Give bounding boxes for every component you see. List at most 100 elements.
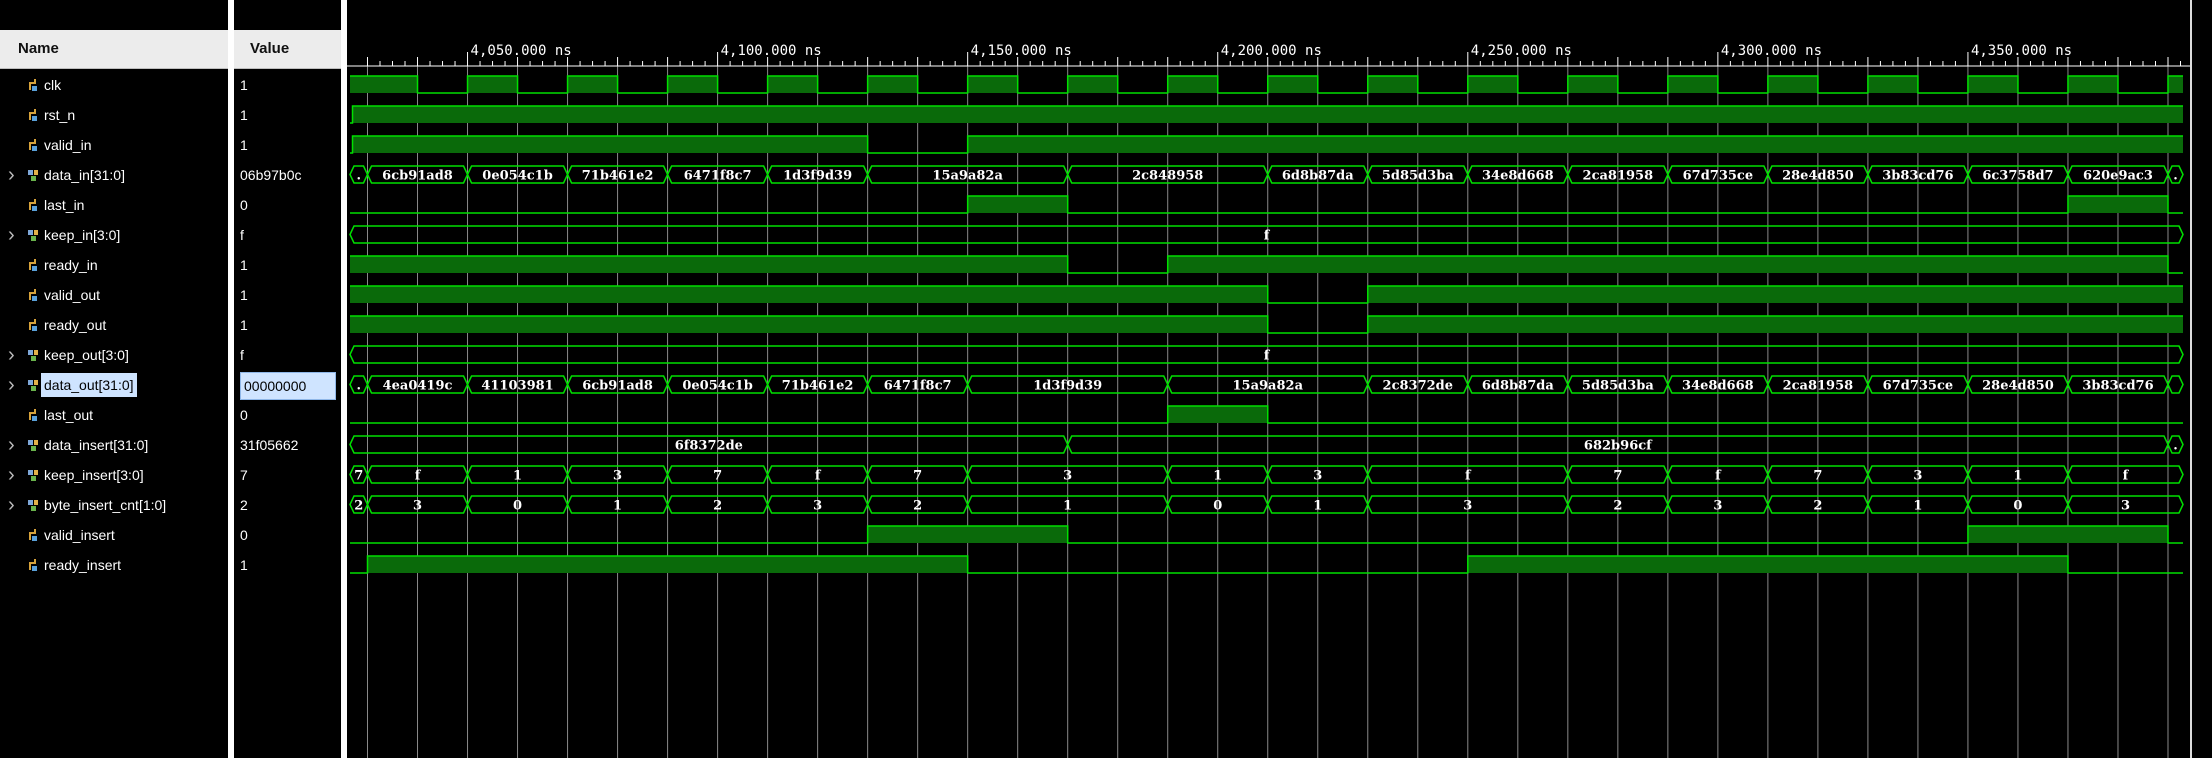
bus-value-label: 7 (1813, 469, 1822, 484)
wave-data-out[interactable]: . 4ea0419c 41103981 6cb91ad8 0e054c1b 71b461e… (349, 375, 2184, 394)
wave-byte-insert-cnt[interactable]: 2 3 0 1 2 3 2 1 0 1 3 2 3 2 1 0 3 (349, 495, 2184, 514)
bus-value-label: 6d8b87da (1282, 169, 1354, 184)
signal-value-valid-insert[interactable]: 0 (240, 520, 341, 550)
wave-valid-out[interactable] (350, 285, 2183, 304)
wave-ready-in[interactable] (350, 255, 2183, 274)
bus-value-label: 0e054c1b (482, 169, 553, 184)
signal-value-data-in[interactable]: 06b97b0c (240, 160, 341, 190)
wave-rst-n[interactable] (350, 105, 2183, 124)
signal-row-data-out[interactable]: › data_out[31:0] (0, 370, 228, 400)
wave-high-fill (1567, 76, 1618, 93)
wave-high-fill (367, 556, 968, 573)
expand-chevron-icon[interactable]: › (8, 460, 15, 490)
bus-value-label: 1 (513, 469, 522, 484)
signal-name-label: data_insert[31:0] (44, 437, 149, 453)
waveform-area[interactable]: 4,050.000 ns 4,100.000 ns 4,150.000 ns 4,20… (347, 0, 2190, 758)
signal-value-data-out[interactable]: 00000000 (240, 370, 341, 400)
wave-ready-insert[interactable] (350, 555, 2183, 574)
signal-value-keep-in[interactable]: f (240, 220, 341, 250)
wave-last-out[interactable] (350, 405, 2183, 424)
signal-row-valid-out[interactable]: valid_out (0, 280, 228, 310)
bus-value-label: 1 (613, 499, 622, 514)
bit-signal-icon (29, 409, 37, 421)
signal-row-valid-in[interactable]: valid_in (0, 130, 228, 160)
signal-row-byte-insert-cnt[interactable]: › byte_insert_cnt[1:0] (0, 490, 228, 520)
value-column-header[interactable]: Value (234, 30, 341, 69)
bus-value-label: 3 (813, 499, 822, 514)
bus-value-label: 1 (1313, 499, 1322, 514)
wave-valid-insert[interactable] (350, 525, 2183, 544)
bus-value-label: f (1715, 469, 1722, 484)
wave-data-in[interactable]: . 6cb91ad8 0e054c1b 71b461e2 6471f8c7 1d3f9d3… (349, 165, 2184, 184)
wave-last-in[interactable] (350, 195, 2183, 214)
signal-row-ready-in[interactable]: ready_in (0, 250, 228, 280)
wave-ready-out[interactable] (350, 315, 2183, 334)
wave-high-fill (1467, 76, 1518, 93)
signal-value-valid-in[interactable]: 1 (240, 130, 341, 160)
signal-value-text: 1 (240, 137, 248, 153)
signal-row-data-insert[interactable]: › data_insert[31:0] (0, 430, 228, 460)
bus-value-label: f (2123, 469, 2130, 484)
signal-value-byte-insert-cnt[interactable]: 2 (240, 490, 341, 520)
wave-keep-out[interactable]: f (349, 345, 2184, 364)
signal-value-ready-in[interactable]: 1 (240, 250, 341, 280)
signal-value-keep-insert[interactable]: 7 (240, 460, 341, 490)
wave-high-fill (1267, 76, 1318, 93)
bus-value-label: f (415, 469, 422, 484)
time-ruler[interactable]: 4,050.000 ns 4,100.000 ns 4,150.000 ns 4,20… (347, 43, 2190, 67)
bus-value-label: 6f8372de (675, 439, 743, 454)
signal-value-text: 31f05662 (240, 437, 299, 453)
bus-value-label: 28e4d850 (1782, 169, 1854, 184)
signal-value-data-insert[interactable]: 31f05662 (240, 430, 341, 460)
time-label: 4,200.000 ns (1221, 43, 1322, 59)
waveform-scrollbar-gutter[interactable] (2190, 0, 2212, 758)
name-column-header[interactable]: Name (0, 30, 228, 69)
signal-row-ready-insert[interactable]: ready_insert (0, 550, 228, 580)
bus-value-label: 7 (1613, 469, 1622, 484)
signal-value-last-out[interactable]: 0 (240, 400, 341, 430)
signal-row-data-in[interactable]: › data_in[31:0] (0, 160, 228, 190)
expand-chevron-icon[interactable]: › (8, 370, 15, 400)
signal-value-keep-out[interactable]: f (240, 340, 341, 370)
signal-value-ready-insert[interactable]: 1 (240, 550, 341, 580)
signal-row-clk[interactable]: clk (0, 70, 228, 100)
bus-value-label: 7 (354, 469, 363, 484)
wave-keep-insert[interactable]: 7 f 1 3 7 f 7 3 1 3 f 7 f 7 3 1 f (349, 465, 2184, 484)
signal-row-ready-out[interactable]: ready_out (0, 310, 228, 340)
signal-row-keep-in[interactable]: › keep_in[3:0] (0, 220, 228, 250)
wave-valid-in[interactable] (350, 135, 2183, 154)
signal-row-rst-n[interactable]: rst_n (0, 100, 228, 130)
wave-clk[interactable] (350, 75, 2183, 94)
signal-row-keep-insert[interactable]: › keep_insert[3:0] (0, 460, 228, 490)
bus-value-label: 2ca81958 (1783, 379, 1854, 394)
expand-chevron-icon[interactable]: › (8, 490, 15, 520)
signal-name-label: keep_insert[3:0] (44, 467, 144, 483)
expand-chevron-icon[interactable]: › (8, 430, 15, 460)
signal-value-rst-n[interactable]: 1 (240, 100, 341, 130)
signal-row-last-out[interactable]: last_out (0, 400, 228, 430)
wave-high-fill (1967, 76, 2018, 93)
signal-row-last-in[interactable]: last_in (0, 190, 228, 220)
expand-chevron-icon[interactable]: › (8, 220, 15, 250)
name-column-header-label: Name (18, 40, 59, 57)
wave-keep-in[interactable]: f (349, 225, 2184, 244)
wave-high-fill (1067, 76, 1118, 93)
signal-name-label: ready_out (44, 317, 107, 333)
wave-high-fill (1467, 556, 2068, 573)
wave-data-insert[interactable]: 6f8372de 682b96cf. (349, 435, 2184, 454)
bit-signal-icon (29, 529, 37, 541)
waveform-canvas[interactable]: 4,050.000 ns 4,100.000 ns 4,150.000 ns 4,20… (347, 0, 2190, 758)
wave-high-fill (1167, 256, 2168, 273)
expand-chevron-icon[interactable]: › (8, 340, 15, 370)
signal-value-valid-out[interactable]: 1 (240, 280, 341, 310)
signal-row-keep-out[interactable]: › keep_out[3:0] (0, 340, 228, 370)
signal-row-valid-insert[interactable]: valid_insert (0, 520, 228, 550)
expand-chevron-icon[interactable]: › (8, 160, 15, 190)
signal-value-text: 1 (240, 557, 248, 573)
wave-high-fill (1367, 76, 1418, 93)
signal-value-ready-out[interactable]: 1 (240, 310, 341, 340)
signal-value-last-in[interactable]: 0 (240, 190, 341, 220)
bus-signal-icon (28, 380, 38, 391)
signal-value-clk[interactable]: 1 (240, 70, 341, 100)
signal-value-text: 1 (240, 77, 248, 93)
